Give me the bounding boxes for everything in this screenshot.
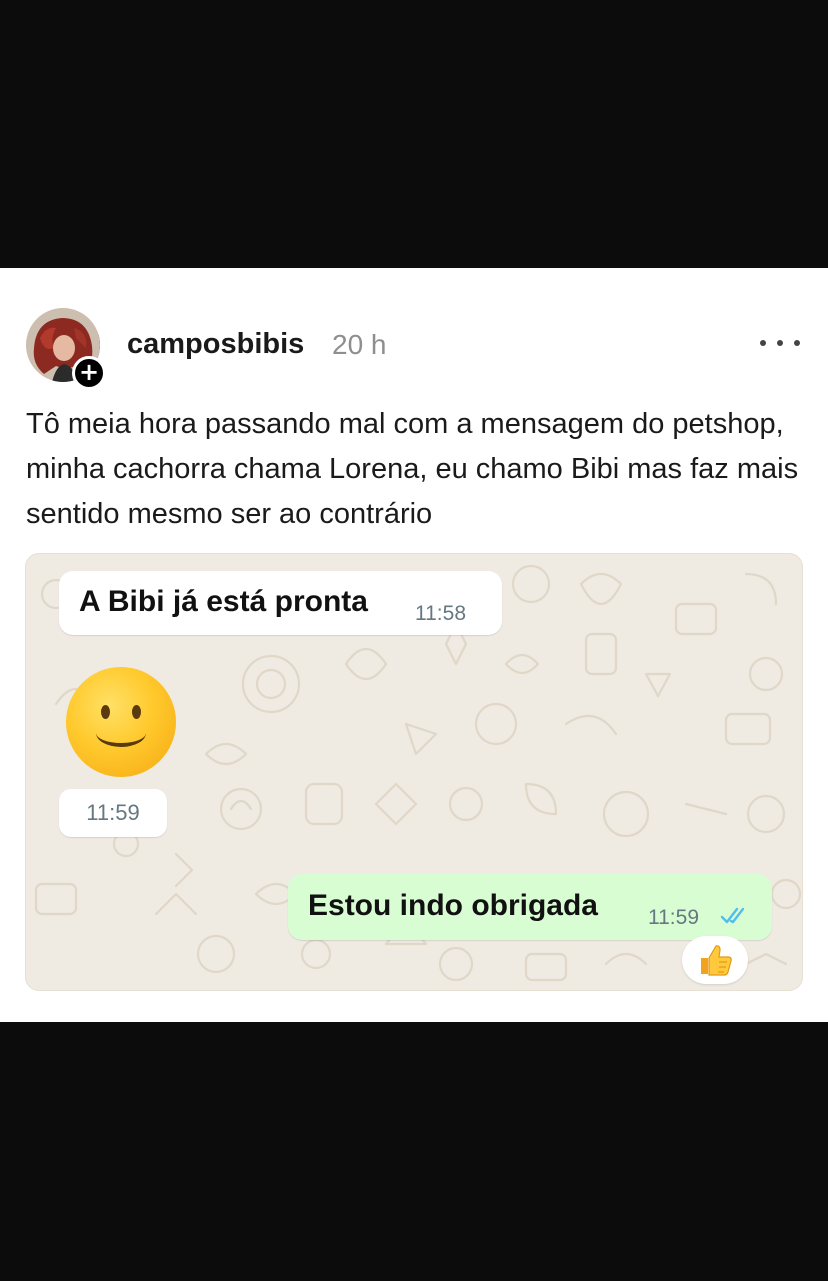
sticker-mouth: [96, 719, 146, 747]
outgoing-message-time: 11:59: [648, 906, 699, 929]
outgoing-message-text: Estou indo obrigada: [308, 889, 598, 922]
double-check-read-icon: [720, 907, 745, 924]
outgoing-message-bubble[interactable]: Estou indo obrigada 11:59: [288, 874, 772, 940]
post-card: + camposbibis 20 h Tô meia hora passando…: [0, 268, 828, 1022]
slightly-smiling-face-icon[interactable]: [66, 667, 176, 777]
more-options-icon[interactable]: [760, 328, 800, 358]
post-body-text: Tô meia hora passando mal com a mensagem…: [26, 408, 799, 530]
sticker-eye-right: [132, 705, 141, 719]
sticker-eye-left: [101, 705, 110, 719]
follow-plus-icon[interactable]: +: [72, 356, 106, 390]
post-timestamp: 20 h: [332, 329, 387, 360]
incoming-message-bubble[interactable]: A Bibi já está pronta 11:58: [59, 571, 502, 635]
post-username[interactable]: camposbibis: [127, 328, 304, 361]
sticker-message-time: 11:59: [59, 789, 167, 837]
more-dot: [777, 340, 783, 346]
thumbs-up-icon: [701, 945, 732, 976]
more-dot: [760, 340, 766, 346]
avatar-container[interactable]: +: [26, 308, 106, 390]
more-dot: [794, 340, 800, 346]
incoming-message-text: A Bibi já está pronta: [79, 585, 368, 618]
chat-screenshot: A Bibi já está pronta 11:58 11:59 Estou …: [25, 553, 803, 991]
reaction-badge[interactable]: [682, 936, 748, 984]
incoming-message-time: 11:58: [415, 602, 466, 625]
